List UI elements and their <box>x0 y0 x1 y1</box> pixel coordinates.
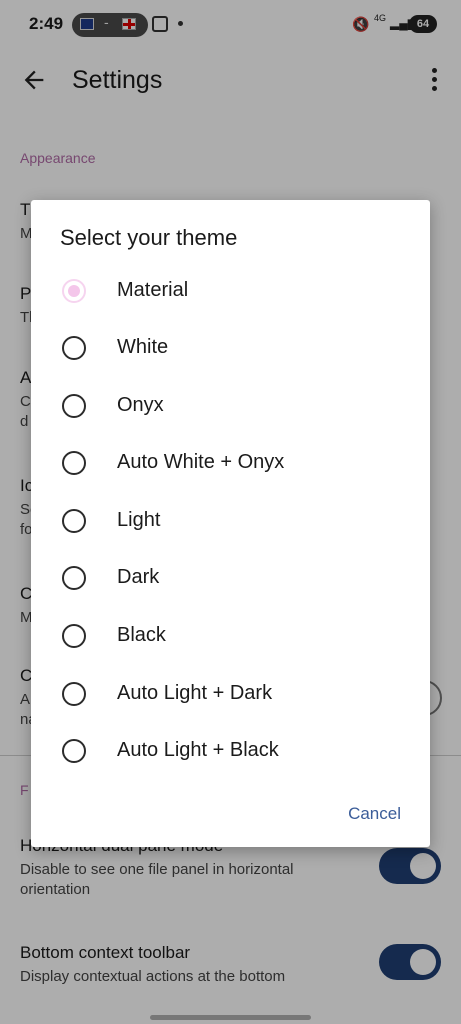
dialog-title: Select your theme <box>60 225 238 250</box>
radio-icon[interactable] <box>62 739 86 763</box>
radio-icon[interactable] <box>62 394 86 418</box>
theme-option-dark[interactable]: Dark <box>31 550 430 607</box>
option-label: Auto White + Onyx <box>117 451 285 473</box>
radio-icon[interactable] <box>62 336 86 360</box>
radio-selected-icon[interactable] <box>62 279 86 303</box>
home-gesture-bar[interactable] <box>150 1015 311 1020</box>
option-label: Dark <box>117 566 160 588</box>
theme-option-white[interactable]: White <box>31 320 430 377</box>
theme-option-auto-white-onyx[interactable]: Auto White + Onyx <box>31 435 430 492</box>
option-label: Material <box>117 279 189 301</box>
theme-option-auto-light-dark[interactable]: Auto Light + Dark <box>31 666 430 723</box>
theme-option-onyx[interactable]: Onyx <box>31 378 430 435</box>
theme-dialog: Select your theme Material White Onyx Au… <box>31 200 430 847</box>
theme-option-material[interactable]: Material <box>31 263 430 320</box>
theme-option-light[interactable]: Light <box>31 493 430 550</box>
cancel-button[interactable]: Cancel <box>348 804 401 824</box>
option-label: Auto Light + Black <box>117 739 279 761</box>
theme-option-auto-light-black[interactable]: Auto Light + Black <box>31 723 430 780</box>
radio-icon[interactable] <box>62 682 86 706</box>
option-label: Black <box>117 624 166 646</box>
option-label: Onyx <box>117 394 164 416</box>
radio-icon[interactable] <box>62 624 86 648</box>
radio-icon[interactable] <box>62 509 86 533</box>
theme-option-black[interactable]: Black <box>31 608 430 665</box>
radio-icon[interactable] <box>62 451 86 475</box>
option-label: Auto Light + Dark <box>117 682 273 704</box>
radio-icon[interactable] <box>62 566 86 590</box>
option-label: Light <box>117 509 161 531</box>
option-label: White <box>117 336 169 358</box>
